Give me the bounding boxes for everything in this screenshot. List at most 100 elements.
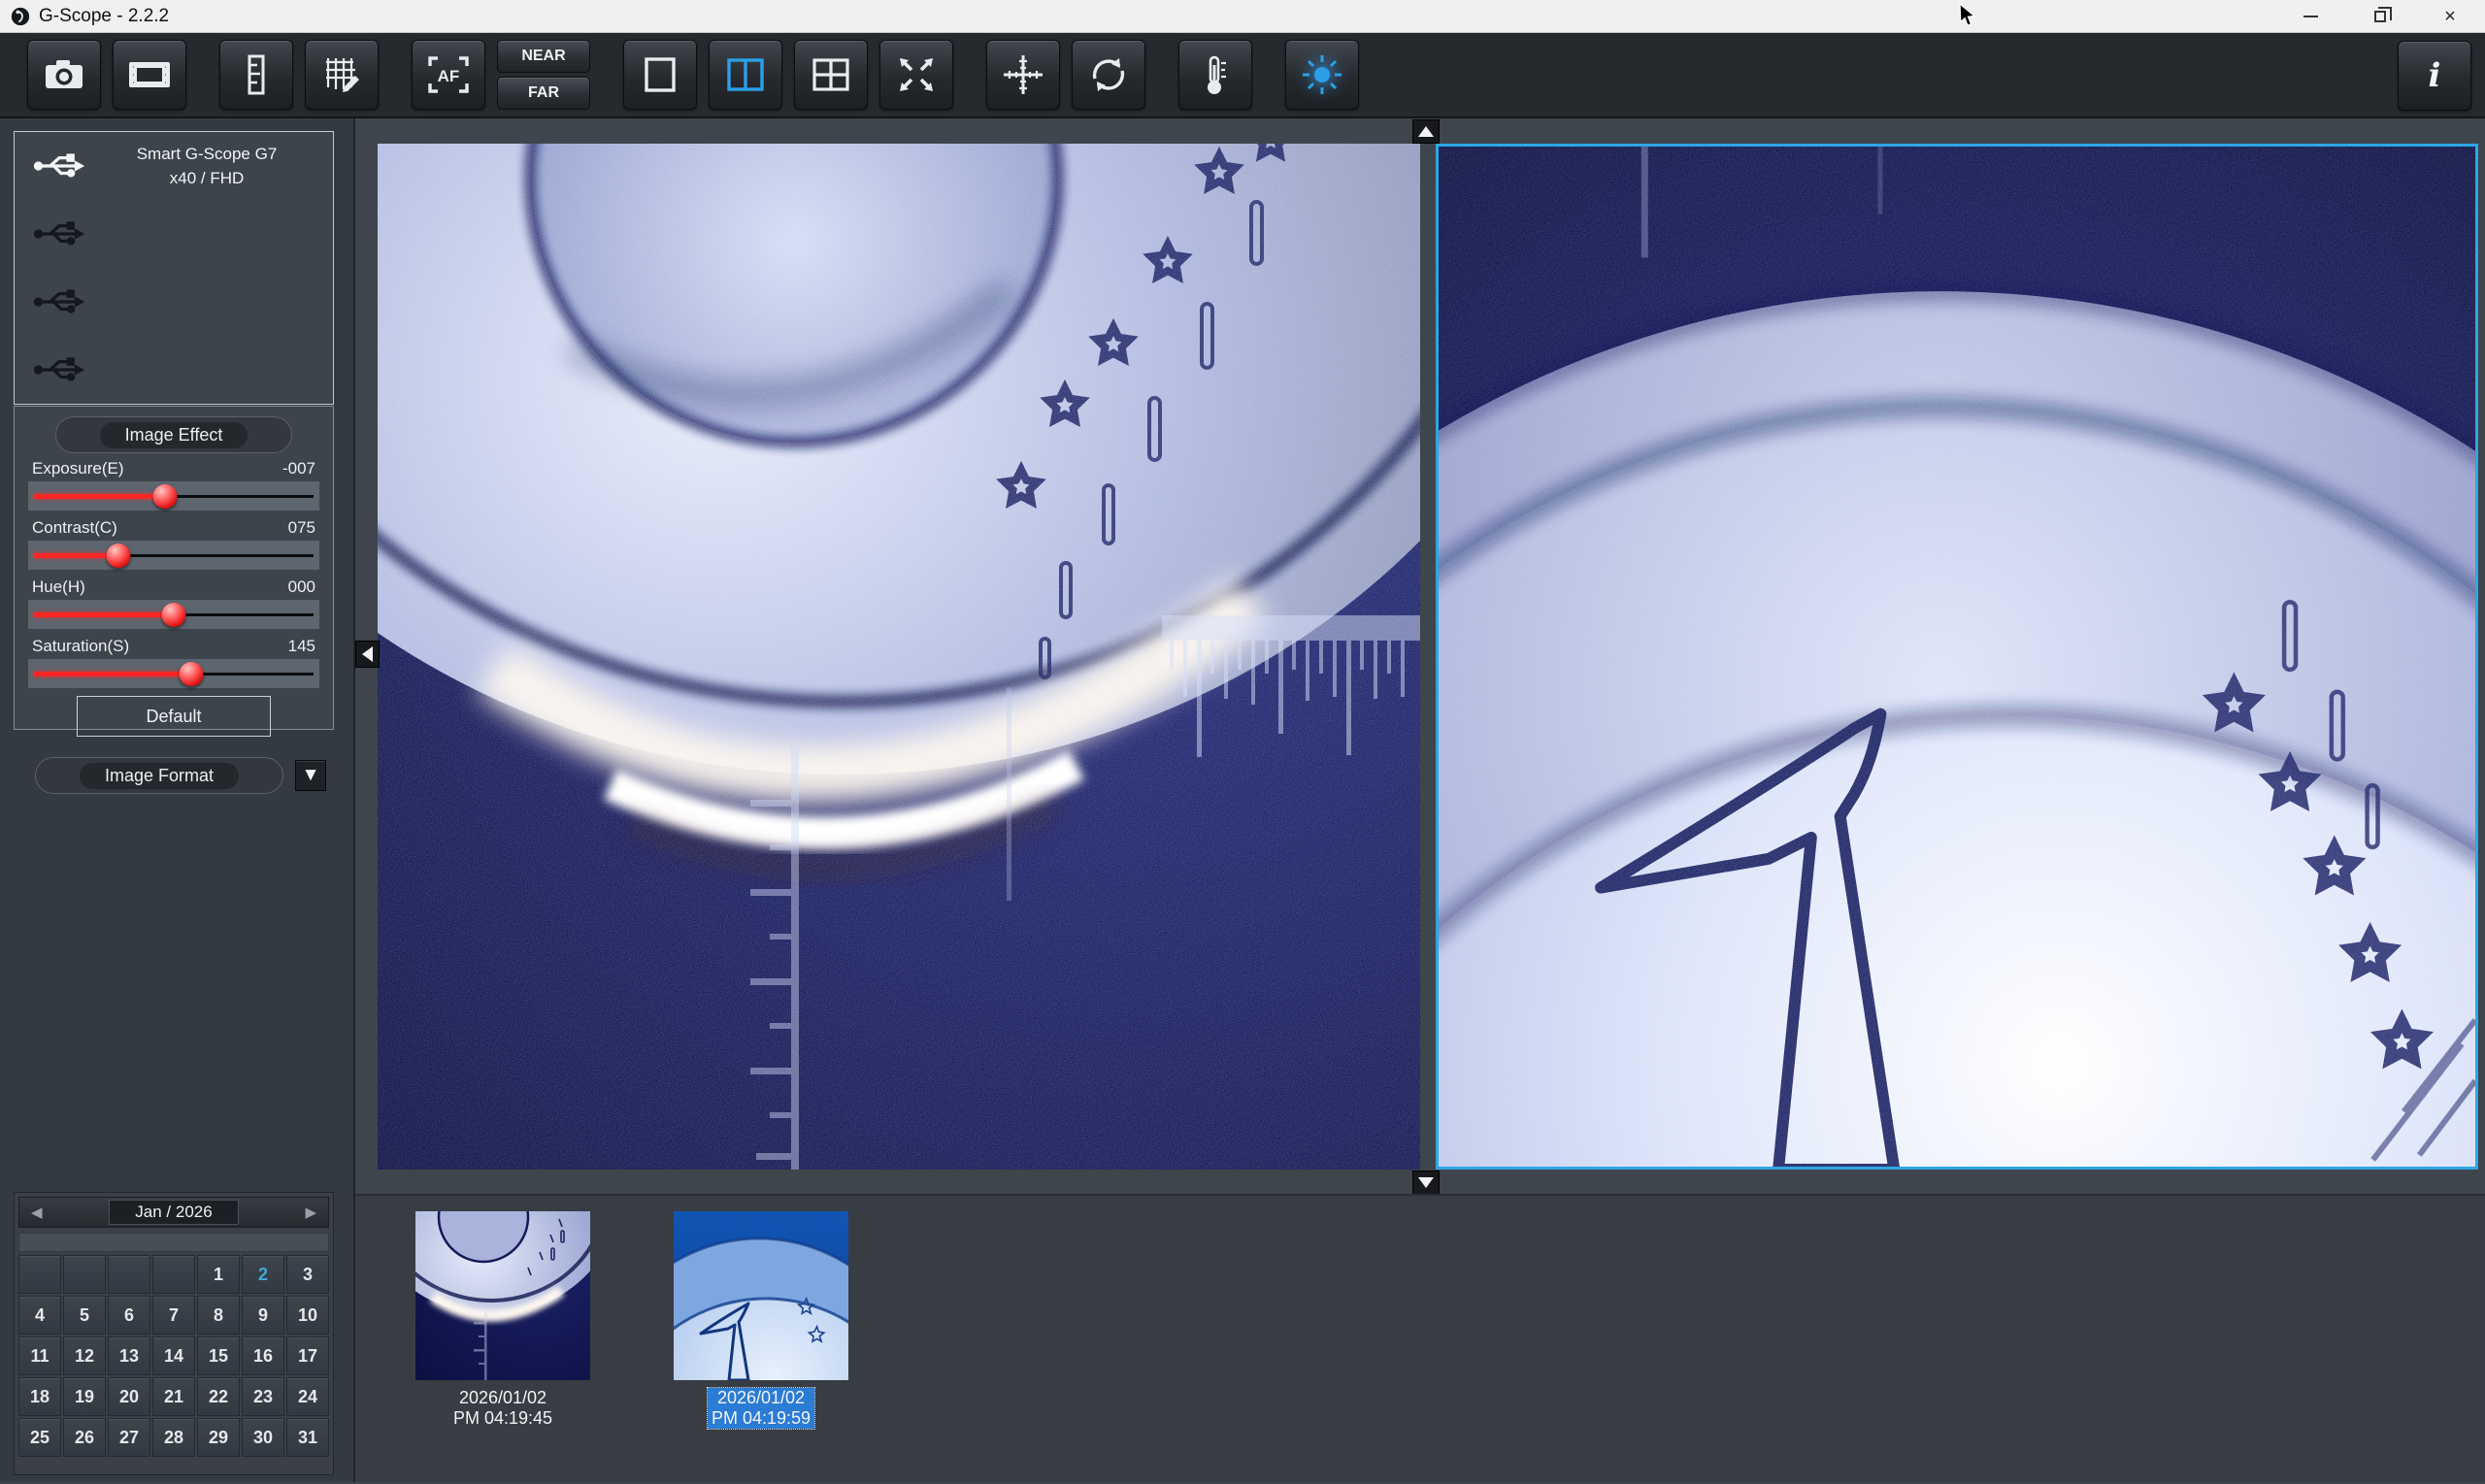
calendar-day[interactable]: 6 <box>108 1296 150 1335</box>
calendar-day[interactable]: 10 <box>286 1296 329 1335</box>
image-effect-button[interactable]: Image Effect <box>55 416 292 453</box>
calendar-day[interactable]: 19 <box>63 1377 106 1416</box>
crosshair-icon <box>1002 53 1044 96</box>
device-row-2[interactable] <box>15 200 333 268</box>
saturation-slider[interactable] <box>28 659 319 688</box>
calendar-day[interactable]: 16 <box>242 1336 284 1375</box>
saturation-slider-knob[interactable] <box>180 662 204 686</box>
restore-button[interactable] <box>2345 0 2415 33</box>
single-view-button[interactable] <box>623 40 697 110</box>
brightness-sun-icon <box>1301 53 1343 96</box>
exposure-label: Exposure(E) <box>32 459 123 478</box>
calendar-day[interactable]: 9 <box>242 1296 284 1335</box>
image-format-button[interactable]: Image Format <box>35 757 283 794</box>
focus-near-button[interactable]: NEAR <box>497 40 590 73</box>
slider-fill <box>34 494 171 499</box>
focus-far-button[interactable]: FAR <box>497 77 590 110</box>
left-view-pane[interactable] <box>378 144 1420 1170</box>
calendar-prev-icon[interactable]: ◀ <box>31 1204 43 1221</box>
slider-fill <box>34 672 197 676</box>
fullscreen-button[interactable] <box>879 40 953 110</box>
image-effect-label: Image Effect <box>100 422 248 448</box>
autofocus-button[interactable]: AF <box>412 40 485 110</box>
saturation-slider-row: Saturation(S) 145 <box>28 637 319 688</box>
right-view-pane-selected[interactable] <box>1436 144 2478 1170</box>
calendar-day[interactable]: 29 <box>197 1418 240 1457</box>
device-row-3[interactable] <box>15 268 333 336</box>
calendar-day[interactable]: 3 <box>286 1255 329 1294</box>
thumbnail-image <box>415 1211 590 1380</box>
calendar-day[interactable]: 15 <box>197 1336 240 1375</box>
close-icon: × <box>2444 6 2456 28</box>
calendar-day[interactable]: 11 <box>18 1336 61 1375</box>
calendar-grid: 1 2 3 4 5 6 7 8 9 10 11 12 13 14 15 16 1… <box>18 1255 329 1457</box>
hue-slider[interactable] <box>28 600 319 629</box>
device-row-1[interactable]: Smart G-Scope G7 x40 / FHD <box>15 132 333 200</box>
calendar-day[interactable]: 8 <box>197 1296 240 1335</box>
collapse-sidebar-button[interactable] <box>355 641 380 668</box>
calendar-day[interactable]: 1 <box>197 1255 240 1294</box>
calibration-button[interactable] <box>305 40 379 110</box>
device-row-4[interactable] <box>15 336 333 404</box>
rotate-button[interactable] <box>1072 40 1145 110</box>
info-button[interactable]: i <box>2398 41 2471 111</box>
calendar-day-selected[interactable]: 2 <box>242 1255 284 1294</box>
calendar-day[interactable]: 14 <box>152 1336 195 1375</box>
contrast-slider[interactable] <box>28 541 319 570</box>
calendar-day[interactable]: 13 <box>108 1336 150 1375</box>
image-format-dropdown-button[interactable]: ▼ <box>295 760 326 791</box>
calendar-day[interactable]: 31 <box>286 1418 329 1457</box>
hue-slider-row: Hue(H) 000 <box>28 577 319 629</box>
calendar-day[interactable]: 22 <box>197 1377 240 1416</box>
minimize-button[interactable] <box>2275 0 2345 33</box>
calendar-day[interactable]: 26 <box>63 1418 106 1457</box>
record-video-button[interactable] <box>113 40 186 110</box>
slider-fill <box>34 612 180 617</box>
pan-down-button[interactable] <box>1412 1171 1440 1195</box>
exposure-slider-knob[interactable] <box>153 484 178 509</box>
calendar-day[interactable]: 17 <box>286 1336 329 1375</box>
calendar-day[interactable]: 30 <box>242 1418 284 1457</box>
dual-view-button[interactable] <box>709 40 782 110</box>
gallery-item[interactable]: 2026/01/02 PM 04:19:45 <box>415 1211 590 1429</box>
arrow-down-icon <box>1418 1177 1434 1188</box>
exposure-value: -007 <box>282 459 315 478</box>
close-button[interactable]: × <box>2415 0 2485 33</box>
exposure-slider[interactable] <box>28 481 319 511</box>
calendar-day[interactable]: 27 <box>108 1418 150 1457</box>
quad-view-button[interactable] <box>794 40 868 110</box>
info-icon: i <box>2429 56 2441 95</box>
restore-icon <box>2374 11 2386 22</box>
right-view-image <box>1439 147 2475 1167</box>
calendar-day[interactable]: 12 <box>63 1336 106 1375</box>
thumbnail-label-selected: 2026/01/02 PM 04:19:59 <box>708 1388 814 1429</box>
calendar-day[interactable]: 21 <box>152 1377 195 1416</box>
crosshair-button[interactable] <box>986 40 1060 110</box>
default-button[interactable]: Default <box>77 696 271 737</box>
usb-icon <box>32 218 86 249</box>
calendar-next-icon[interactable]: ▶ <box>305 1204 316 1221</box>
arrow-left-icon <box>362 646 373 662</box>
gallery-item-selected[interactable]: 2026/01/02 PM 04:19:59 <box>674 1211 848 1429</box>
contrast-slider-knob[interactable] <box>107 544 131 568</box>
calendar-day[interactable]: 20 <box>108 1377 150 1416</box>
pan-up-button[interactable] <box>1412 119 1440 144</box>
measure-ruler-button[interactable] <box>219 40 293 110</box>
calendar-day[interactable]: 18 <box>18 1377 61 1416</box>
calendar-day[interactable]: 23 <box>242 1377 284 1416</box>
calendar-weekday-strip <box>18 1233 329 1252</box>
calendar-day[interactable]: 24 <box>286 1377 329 1416</box>
brightness-button[interactable] <box>1285 40 1359 110</box>
calendar-day[interactable]: 7 <box>152 1296 195 1335</box>
hue-slider-knob[interactable] <box>162 603 186 627</box>
viewer-region <box>355 118 2485 1194</box>
ruler-icon <box>247 54 266 95</box>
device-info: Smart G-Scope G7 x40 / FHD <box>86 142 327 190</box>
calendar-day <box>108 1255 150 1294</box>
calendar-day[interactable]: 5 <box>63 1296 106 1335</box>
thermometer-button[interactable] <box>1178 40 1252 110</box>
calendar-day[interactable]: 4 <box>18 1296 61 1335</box>
capture-photo-button[interactable] <box>27 40 101 110</box>
calendar-day[interactable]: 28 <box>152 1418 195 1457</box>
calendar-day[interactable]: 25 <box>18 1418 61 1457</box>
